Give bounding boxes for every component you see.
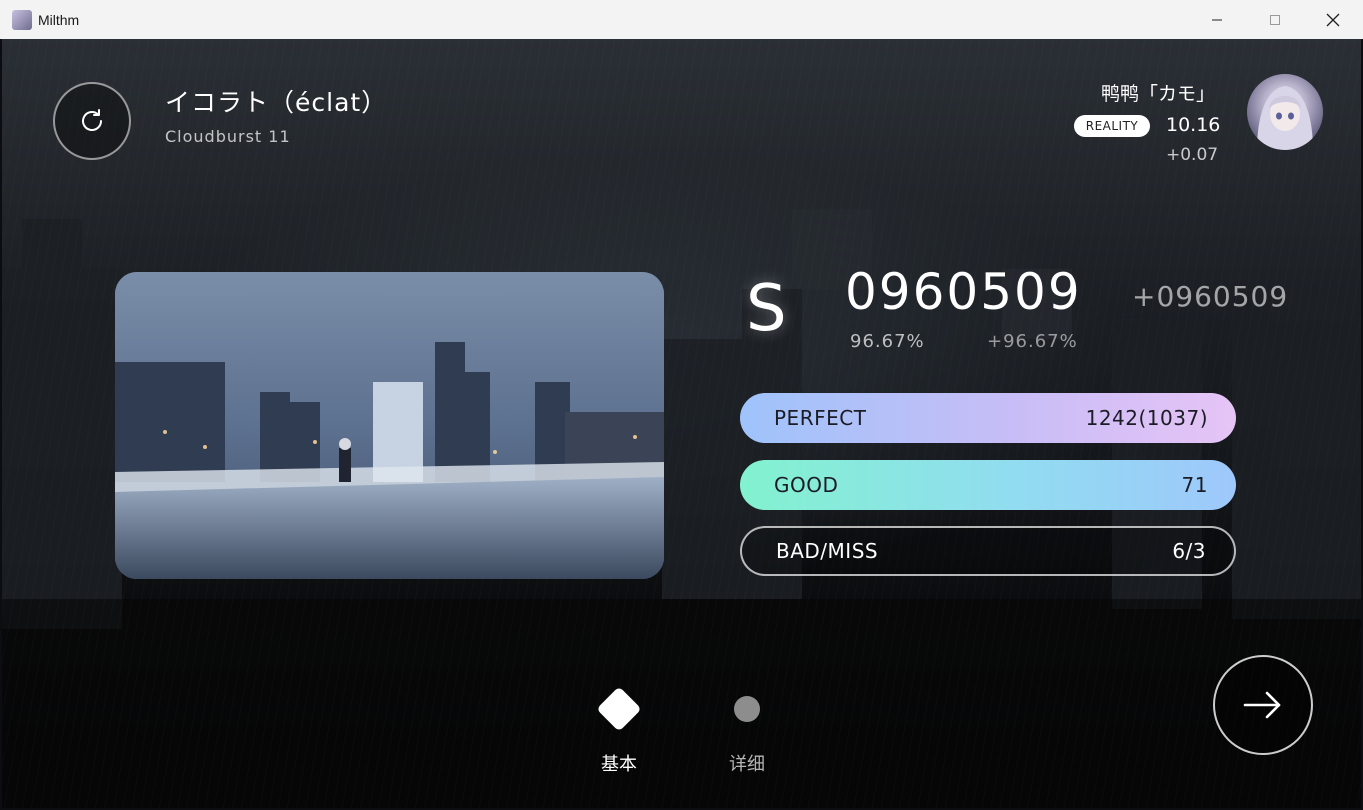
close-icon [1326, 13, 1340, 26]
close-button[interactable] [1304, 0, 1362, 39]
reality-badge: REALITY [1074, 115, 1150, 137]
next-button[interactable] [1213, 655, 1313, 755]
judgement-label: BAD/MISS [776, 539, 879, 563]
retry-icon [82, 109, 102, 131]
reality-delta: +0.07 [1166, 145, 1219, 165]
judgement-count: 1242(1037) [1085, 406, 1208, 430]
diamond-icon [596, 686, 642, 732]
judgement-label: GOOD [774, 473, 839, 497]
app-icon [12, 9, 32, 30]
title-bar: Milthm [0, 0, 1363, 39]
cover-illustration [115, 272, 664, 579]
judgement-bad-miss: BAD/MISS 6/3 [740, 526, 1236, 576]
player-avatar[interactable] [1247, 74, 1323, 150]
tab-basic-label: 基本 [601, 754, 637, 775]
reality-value: 10.16 [1166, 114, 1221, 136]
judgement-count: 6/3 [1172, 539, 1206, 563]
app-window: Milthm イコラト（éclat） Cloudburst 11 鸭鸭「カモ」 … [0, 0, 1363, 810]
result-screen: イコラト（éclat） Cloudburst 11 鸭鸭「カモ」 REALITY… [2, 39, 1361, 808]
dot-icon [734, 696, 760, 722]
window-title: Milthm [38, 11, 80, 28]
judgement-label: PERFECT [774, 406, 867, 430]
minimize-button[interactable] [1188, 0, 1246, 39]
arrow-right-icon [1243, 691, 1281, 719]
player-name: 鸭鸭「カモ」 [1100, 83, 1215, 105]
maximize-icon [1270, 14, 1280, 25]
score-value: 0960509 [845, 263, 1082, 321]
minimize-icon [1212, 19, 1222, 20]
song-difficulty: Cloudburst 11 [165, 127, 291, 146]
song-cover-art [115, 272, 664, 579]
avatar-image [1257, 86, 1313, 150]
maximize-button[interactable] [1246, 0, 1304, 39]
accuracy-value: 96.67% [850, 331, 925, 352]
song-title: イコラト（éclat） [165, 88, 388, 117]
accuracy-delta: +96.67% [987, 331, 1078, 352]
judgement-good: GOOD 71 [740, 460, 1236, 510]
tab-detail-label: 详细 [729, 754, 765, 775]
retry-button[interactable] [53, 82, 131, 160]
judgement-count: 71 [1181, 473, 1208, 497]
rank-letter: S [746, 272, 787, 346]
judgement-perfect: PERFECT 1242(1037) [740, 393, 1236, 443]
tab-detail[interactable]: 详细 [707, 679, 787, 776]
score-delta: +0960509 [1132, 280, 1289, 313]
tab-basic[interactable]: 基本 [579, 679, 659, 776]
